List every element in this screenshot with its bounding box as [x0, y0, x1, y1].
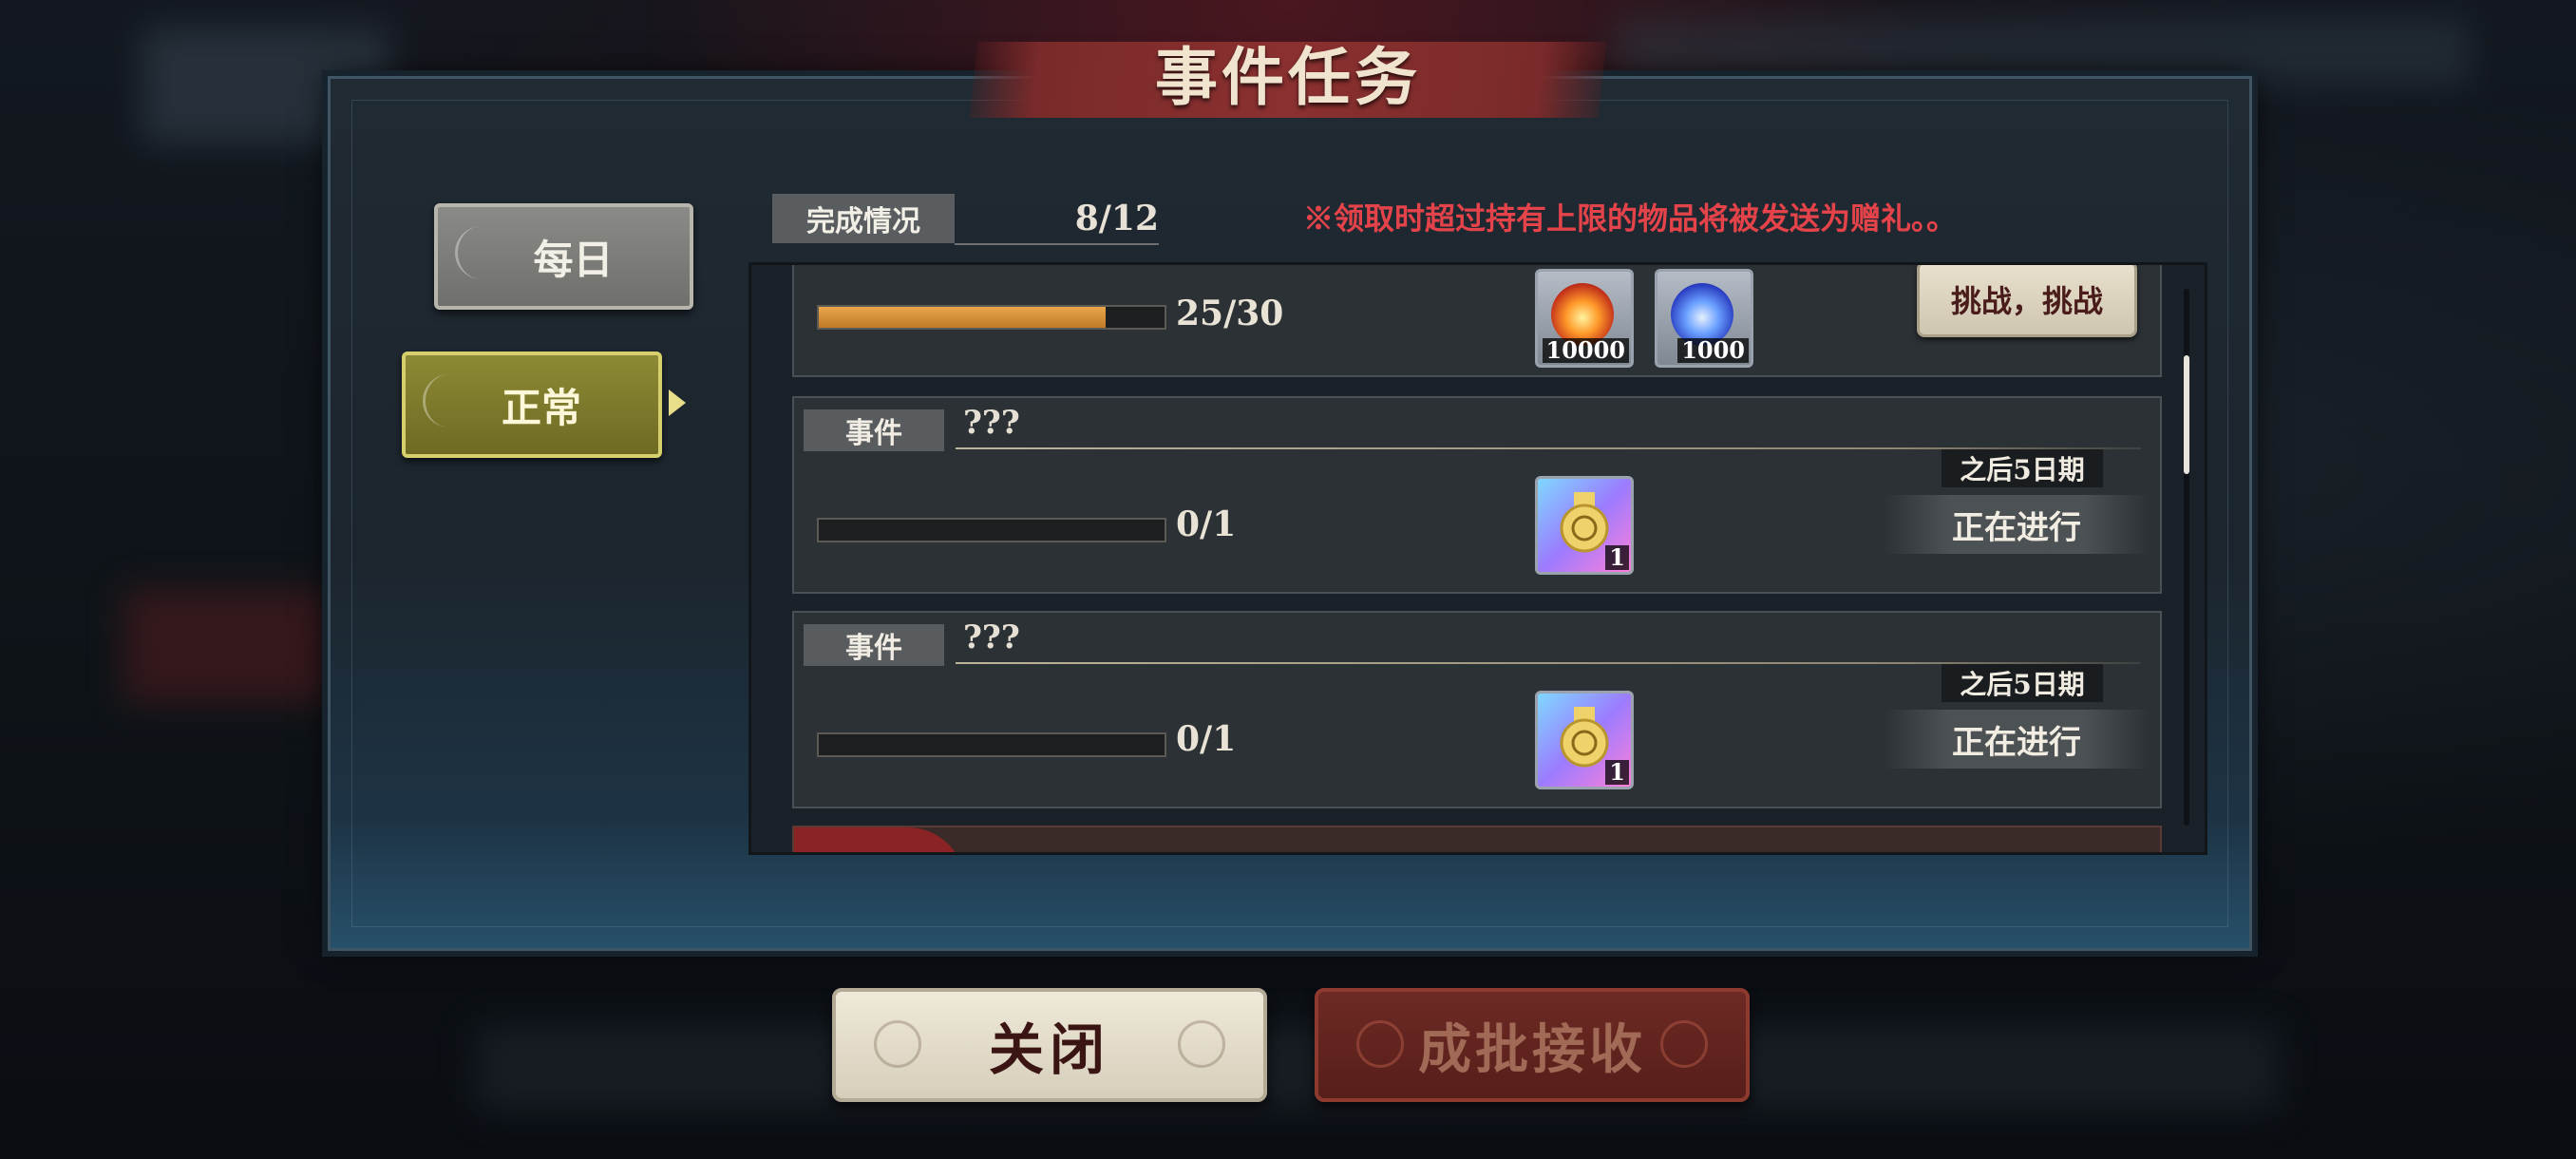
- tab-daily-label: 每日: [533, 236, 614, 283]
- event-tag: 事件: [804, 624, 944, 666]
- progress-bar: [817, 305, 1166, 330]
- tab-normal[interactable]: 正常: [402, 352, 662, 458]
- reward-count: 10000: [1542, 338, 1629, 363]
- scrollbar-thumb[interactable]: [2184, 355, 2189, 474]
- expire-tag: 之后5日期: [1941, 449, 2103, 487]
- close-button[interactable]: 关闭: [832, 988, 1267, 1102]
- selected-tab-arrow-icon: [669, 390, 686, 416]
- completion-label: 完成情况: [772, 194, 955, 243]
- tab-normal-label: 正常: [501, 384, 581, 431]
- overflow-notice: ※领取时超过持有上限的物品将被发送为赠礼。。: [1303, 200, 1958, 237]
- tab-daily[interactable]: 每日: [434, 203, 693, 310]
- task-card-partial: [792, 826, 2162, 852]
- button-ornament: [1178, 1020, 1225, 1068]
- completion-value: 8/12: [955, 194, 1159, 245]
- reward-item[interactable]: 1000: [1655, 269, 1753, 368]
- button-ornament: [1660, 1020, 1708, 1068]
- reward-item[interactable]: 1: [1535, 476, 1634, 575]
- tab-ornament: [423, 374, 473, 428]
- batch-receive-button[interactable]: 成批接收: [1315, 988, 1750, 1102]
- batch-receive-label: 成批接收: [1418, 1017, 1646, 1081]
- tab-ornament: [455, 226, 505, 279]
- expire-tag: 之后5日期: [1941, 664, 2103, 702]
- reward-item[interactable]: 1: [1535, 691, 1634, 789]
- progress-text: 0/1: [1176, 719, 1237, 759]
- event-badge-icon: [794, 827, 965, 852]
- status-in-progress: 正在进行: [1883, 495, 2150, 554]
- button-ornament: [874, 1020, 921, 1068]
- close-button-label: 关闭: [988, 1017, 1110, 1082]
- progress-bar: [817, 518, 1166, 542]
- progress-fill: [819, 307, 1107, 328]
- progress-text: 25/30: [1176, 294, 1284, 333]
- task-card: 25/30 10000 1000 挑战，挑战: [792, 265, 2162, 377]
- task-name: ???: [963, 618, 1020, 656]
- challenge-button[interactable]: 挑战，挑战: [1917, 265, 2137, 337]
- background-blur-shape: [123, 589, 332, 703]
- page-title: 事件任务: [1155, 40, 1421, 114]
- task-list[interactable]: 25/30 10000 1000 挑战，挑战 事件 ??? 0/1 1 之后5日…: [748, 262, 2207, 855]
- status-in-progress: 正在进行: [1883, 710, 2150, 769]
- button-ornament: [1356, 1020, 1404, 1068]
- task-card: 事件 ??? 0/1 1 之后5日期 正在进行: [792, 611, 2162, 808]
- reward-count: 1: [1605, 545, 1629, 570]
- progress-text: 0/1: [1176, 504, 1237, 544]
- task-name: ???: [963, 404, 1020, 442]
- scrollbar[interactable]: [2184, 289, 2189, 826]
- task-card: 事件 ??? 0/1 1 之后5日期 正在进行: [792, 396, 2162, 594]
- event-tag: 事件: [804, 409, 944, 451]
- reward-count: 1000: [1677, 338, 1749, 363]
- reward-count: 1: [1605, 760, 1629, 785]
- progress-bar: [817, 732, 1166, 757]
- reward-item[interactable]: 10000: [1535, 269, 1634, 368]
